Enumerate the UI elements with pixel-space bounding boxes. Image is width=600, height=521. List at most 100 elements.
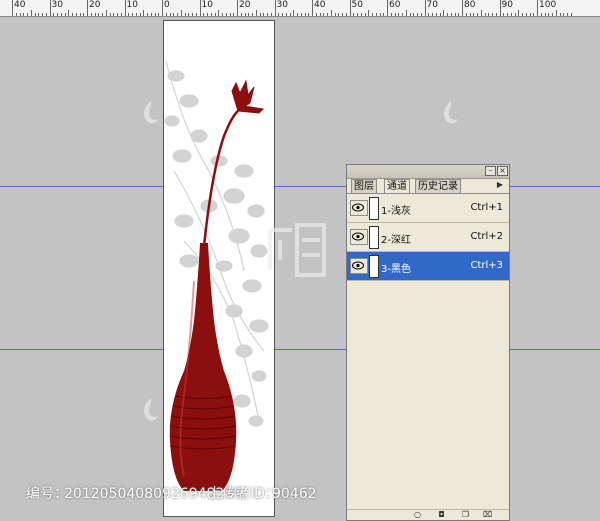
ruler-minor-tick xyxy=(240,13,242,16)
ruler-minor-tick xyxy=(72,13,73,16)
ruler-minor-tick xyxy=(357,13,358,16)
ruler-minor-tick xyxy=(552,13,553,16)
new-channel-icon[interactable]: ❐ xyxy=(461,511,470,519)
ruler-major-tick xyxy=(237,0,238,16)
ruler-minor-tick xyxy=(150,13,152,16)
ruler-minor-tick xyxy=(450,13,452,16)
ruler-label: 20 xyxy=(239,0,251,10)
ruler-minor-tick xyxy=(259,13,261,16)
minimize-icon[interactable]: – xyxy=(485,166,496,176)
visibility-eye-icon[interactable] xyxy=(350,200,368,216)
ruler-minor-tick xyxy=(105,10,107,16)
ruler-minor-tick xyxy=(27,13,28,16)
watermark-logo-icon xyxy=(143,101,158,124)
ruler-major-tick xyxy=(199,0,201,16)
ruler-minor-tick xyxy=(57,13,58,16)
uploader-label: 上传者ID： xyxy=(208,486,279,502)
panel-footer: ○ ◘ ❐ ⌧ xyxy=(347,509,509,520)
ruler-minor-tick xyxy=(514,13,516,16)
ruler-minor-tick xyxy=(330,10,332,16)
ruler-major-tick xyxy=(349,0,351,16)
ruler-minor-tick xyxy=(533,13,535,16)
ruler-minor-tick xyxy=(420,13,422,16)
document-canvas[interactable] xyxy=(163,20,275,517)
ruler-minor-tick xyxy=(19,13,21,16)
visibility-eye-icon[interactable] xyxy=(350,229,368,245)
uploader-value: 90462 xyxy=(272,486,317,502)
ruler-minor-tick xyxy=(23,13,25,16)
tab-channels[interactable]: 通道 xyxy=(384,179,410,193)
ruler-minor-tick xyxy=(297,13,298,16)
ruler-major-tick xyxy=(49,0,51,16)
ruler-minor-tick xyxy=(154,13,156,16)
channel-label: 3-黑色 xyxy=(381,264,411,275)
ruler-major-tick xyxy=(87,0,88,16)
save-selection-icon[interactable]: ◘ xyxy=(437,511,446,519)
ruler-minor-tick xyxy=(113,13,115,16)
load-selection-icon[interactable]: ○ xyxy=(413,511,422,519)
ruler-minor-tick xyxy=(477,13,478,16)
tab-history[interactable]: 历史记录 xyxy=(415,179,461,193)
channels-panel: – × 图层 通道 历史记录 ▶ 1-浅灰 Ctrl+1 2-深红 Ctrl+2 xyxy=(346,164,510,521)
channel-thumbnail xyxy=(369,226,379,249)
ruler-minor-tick xyxy=(109,13,111,16)
top-ruler[interactable]: 40 30 20 10 0 10 20 30 40 50 60 70 80 90 100 xyxy=(0,0,600,17)
ruler-minor-tick xyxy=(567,13,568,16)
ruler-minor-tick xyxy=(484,13,486,16)
trash-icon[interactable]: ⌧ xyxy=(483,511,492,519)
panel-menu-icon[interactable]: ▶ xyxy=(495,180,505,190)
image-caption: 编号： 20120504080926948200 上传者ID： 90462 xyxy=(0,483,600,505)
ruler-minor-tick xyxy=(83,13,85,16)
ruler-minor-tick xyxy=(529,13,531,16)
ruler-minor-tick xyxy=(398,13,400,16)
channel-shortcut: Ctrl+1 xyxy=(470,202,503,213)
ruler-minor-tick xyxy=(488,13,490,16)
ruler-minor-tick xyxy=(315,13,317,16)
ruler-minor-tick xyxy=(94,13,96,16)
ruler-minor-tick xyxy=(30,10,32,16)
channel-row-3[interactable]: 3-黑色 Ctrl+3 xyxy=(347,252,509,281)
ruler-minor-tick xyxy=(225,13,227,16)
panel-titlebar[interactable]: – × xyxy=(347,165,509,179)
ruler-minor-tick xyxy=(42,13,43,16)
ruler-minor-tick xyxy=(229,13,231,16)
ruler-major-tick xyxy=(312,0,313,16)
ruler-minor-tick xyxy=(177,13,178,16)
ruler-minor-tick xyxy=(117,13,118,16)
ruler-minor-tick xyxy=(267,13,268,16)
channel-list: 1-浅灰 Ctrl+1 2-深红 Ctrl+2 3-黑色 Ctrl+3 xyxy=(347,194,509,281)
ruler-label: 100 xyxy=(539,0,557,10)
ruler-minor-tick xyxy=(447,13,448,16)
ruler-minor-tick xyxy=(375,13,377,16)
ruler-minor-tick xyxy=(368,10,370,16)
ruler-minor-tick xyxy=(207,13,208,16)
ruler-minor-tick xyxy=(435,13,437,16)
ruler-minor-tick xyxy=(413,13,415,16)
ruler-label: 70 xyxy=(426,0,438,10)
ruler-minor-tick xyxy=(458,13,460,16)
ruler-minor-tick xyxy=(195,13,197,16)
ruler-minor-tick xyxy=(390,13,392,16)
tab-layers[interactable]: 图层 xyxy=(351,179,377,193)
channel-label: 1-浅灰 xyxy=(381,206,411,217)
close-icon[interactable]: × xyxy=(497,166,508,176)
horizontal-guide[interactable] xyxy=(0,186,600,187)
visibility-eye-icon[interactable] xyxy=(350,258,368,274)
channel-row-1[interactable]: 1-浅灰 Ctrl+1 xyxy=(347,194,509,223)
ruler-minor-tick xyxy=(180,10,182,16)
ruler-minor-tick xyxy=(222,13,223,16)
ruler-minor-tick xyxy=(132,13,133,16)
ruler-minor-tick xyxy=(304,13,306,16)
channel-thumbnail xyxy=(369,255,379,278)
horizontal-guide[interactable] xyxy=(0,349,600,350)
ruler-minor-tick xyxy=(439,13,441,16)
ruler-minor-tick xyxy=(270,13,272,16)
channel-row-2[interactable]: 2-深红 Ctrl+2 xyxy=(347,223,509,252)
ruler-minor-tick xyxy=(102,13,103,16)
ruler-minor-tick xyxy=(210,13,212,16)
ruler-minor-tick xyxy=(158,13,160,16)
ruler-minor-tick xyxy=(503,13,505,16)
watermark-logo-icon xyxy=(143,398,158,421)
ruler-minor-tick xyxy=(68,10,70,16)
ruler-label: 10 xyxy=(126,0,138,10)
